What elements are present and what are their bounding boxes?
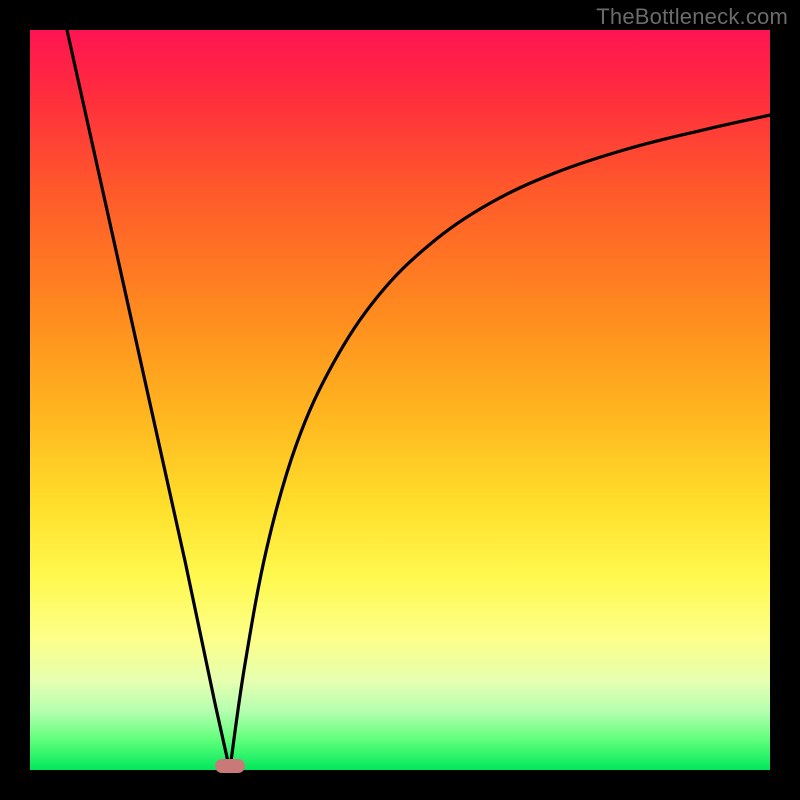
bottleneck-curve (30, 30, 770, 770)
plot-area (30, 30, 770, 770)
attribution-text: TheBottleneck.com (596, 4, 788, 30)
curve-path (67, 30, 770, 770)
outer-frame: TheBottleneck.com (0, 0, 800, 800)
optimum-marker (215, 759, 245, 773)
